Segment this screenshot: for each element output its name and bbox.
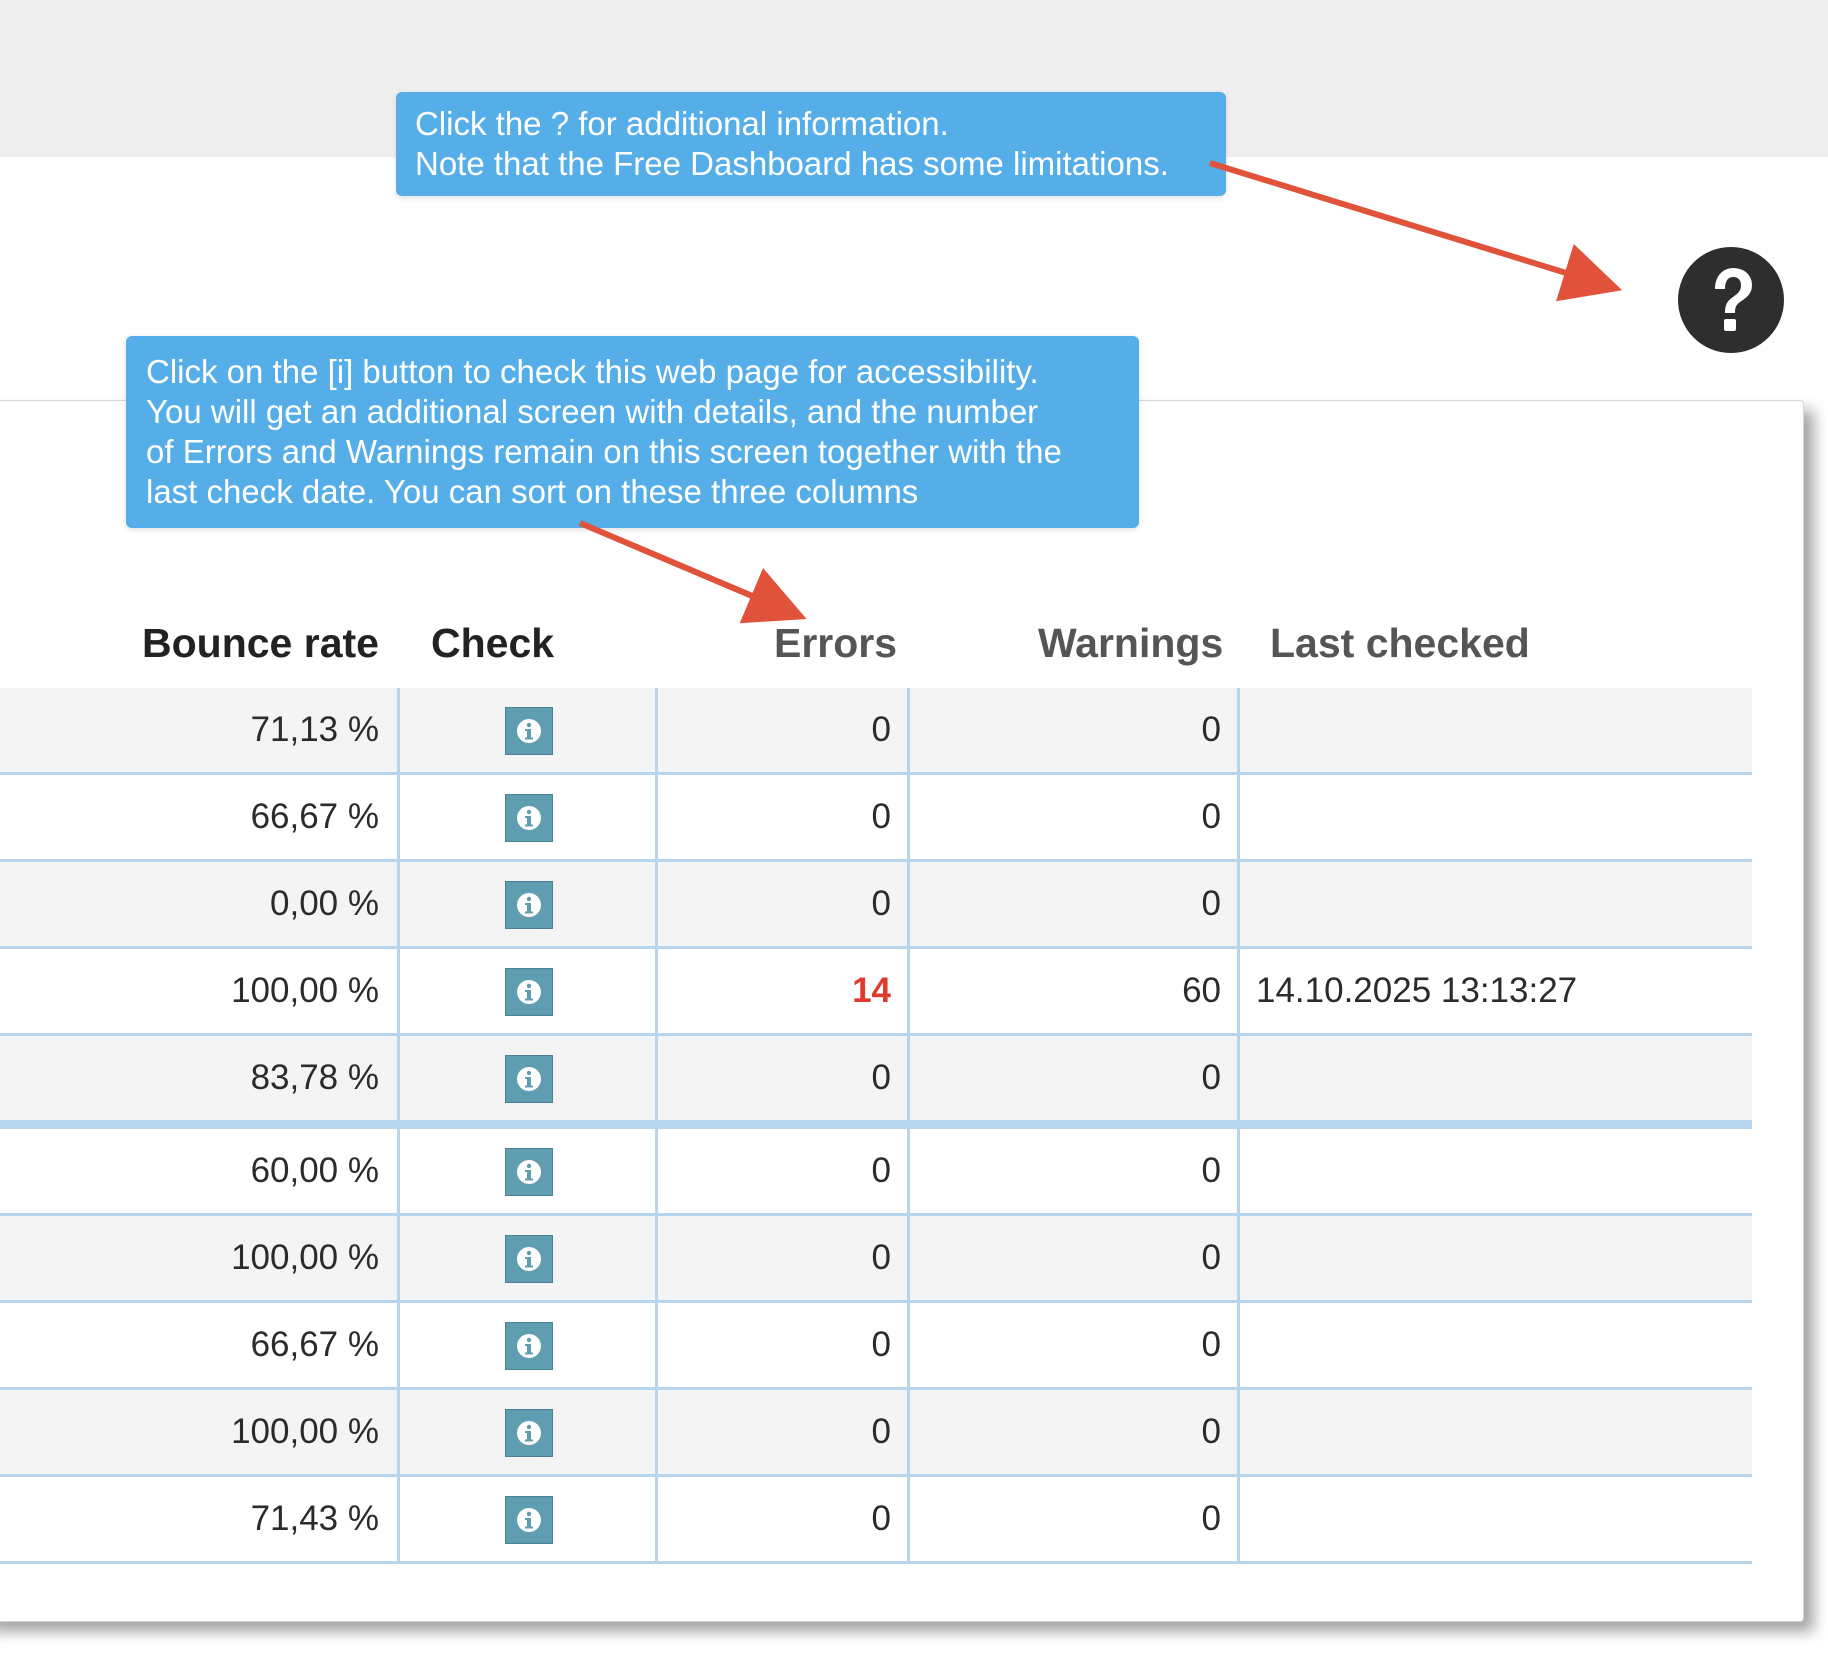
check-cell [400,1303,658,1387]
bounce-rate-cell: 71,13 % [0,688,400,772]
info-check-button[interactable] [505,1496,553,1544]
table-row: 60,00 % 0 0 [0,1123,1752,1216]
info-icon [517,806,541,830]
help-tooltip: Click the ? for additional information. … [396,92,1226,196]
last-checked-cell [1240,1129,1752,1213]
table-row: 0,00 % 0 0 [0,862,1752,949]
bounce-rate-cell: 0,00 % [0,862,400,946]
check-tooltip-line: last check date. You can sort on these t… [146,473,919,510]
info-check-button[interactable] [505,707,553,755]
check-tooltip-line: of Errors and Warnings remain on this sc… [146,433,1062,470]
warnings-cell: 0 [910,1216,1240,1300]
errors-cell: 0 [655,1129,910,1213]
header-errors-sort[interactable]: Errors [774,620,897,667]
errors-cell: 0 [655,775,910,859]
check-cell [400,1477,658,1561]
help-button[interactable] [1678,247,1784,353]
last-checked-cell [1240,1216,1752,1300]
table-row: 66,67 % 0 0 [0,775,1752,862]
warnings-cell: 0 [910,1390,1240,1474]
header-check: Check [431,620,555,666]
bounce-rate-cell: 66,67 % [0,1303,400,1387]
table-row: 100,00 % 0 0 [0,1390,1752,1477]
check-cell [400,1036,658,1120]
table-row: 100,00 % 14 60 14.10.2025 13:13:27 [0,949,1752,1036]
check-tooltip-line: Click on the [i] button to check this we… [146,353,1039,390]
errors-cell: 0 [655,1303,910,1387]
table-row: 71,13 % 0 0 [0,688,1752,775]
info-icon [517,1247,541,1271]
bounce-rate-cell: 60,00 % [0,1129,400,1213]
last-checked-cell [1240,862,1752,946]
warnings-cell: 0 [910,1477,1240,1561]
check-cell [400,1390,658,1474]
info-check-button[interactable] [505,1055,553,1103]
last-checked-cell: 14.10.2025 13:13:27 [1256,971,1578,1010]
last-checked-cell [1240,688,1752,772]
header-warnings-sort[interactable]: Warnings [1038,620,1223,667]
errors-cell: 0 [655,1477,910,1561]
bounce-rate-cell: 66,67 % [0,775,400,859]
question-mark-icon [1715,268,1752,331]
info-check-button[interactable] [505,968,553,1016]
info-check-button[interactable] [505,794,553,842]
check-tooltip: Click on the [i] button to check this we… [126,336,1139,528]
errors-cell: 0 [655,688,910,772]
table-row: 100,00 % 0 0 [0,1216,1752,1303]
info-icon [517,1508,541,1532]
info-check-button[interactable] [505,881,553,929]
check-tooltip-line: You will get an additional screen with d… [146,393,1039,430]
warnings-cell: 0 [910,1036,1240,1120]
info-check-button[interactable] [505,1322,553,1370]
warnings-cell: 0 [910,688,1240,772]
check-cell [400,688,658,772]
warnings-cell: 0 [910,1129,1240,1213]
info-icon [517,1334,541,1358]
errors-cell: 0 [655,1036,910,1120]
table-row: 71,43 % 0 0 [0,1477,1752,1564]
warnings-cell: 0 [910,775,1240,859]
info-icon [517,719,541,743]
bounce-rate-cell: 100,00 % [0,1216,400,1300]
bounce-rate-cell: 100,00 % [0,1390,400,1474]
check-cell [400,862,658,946]
help-tooltip-line: Click the ? for additional information. [415,105,949,142]
errors-cell: 0 [655,1216,910,1300]
warnings-cell: 0 [910,1303,1240,1387]
check-cell [400,775,658,859]
errors-cell: 0 [655,862,910,946]
table-row: 66,67 % 0 0 [0,1303,1752,1390]
info-check-button[interactable] [505,1235,553,1283]
info-icon [517,1160,541,1184]
help-tooltip-line: Note that the Free Dashboard has some li… [415,145,1169,182]
last-checked-cell [1240,1390,1752,1474]
info-icon [517,893,541,917]
info-check-button[interactable] [505,1148,553,1196]
header-bounce-rate: Bounce rate [142,620,379,666]
info-icon [517,1421,541,1445]
warnings-cell: 0 [910,862,1240,946]
last-checked-cell [1240,1303,1752,1387]
bounce-rate-cell: 71,43 % [0,1477,400,1561]
bounce-rate-cell: 100,00 % [0,949,400,1033]
info-check-button[interactable] [505,1409,553,1457]
help-arrow [1209,160,1623,302]
warnings-cell: 60 [910,949,1240,1033]
errors-cell: 14 [655,949,910,1033]
results-table: 71,13 % 0 0 66,67 % 0 0 0,00 % 0 0 100,0… [0,688,1752,1564]
info-icon [517,1067,541,1091]
check-cell [400,1216,658,1300]
info-icon [517,980,541,1004]
last-checked-cell [1240,775,1752,859]
errors-cell: 0 [655,1390,910,1474]
last-checked-cell [1240,1036,1752,1120]
check-cell [400,1129,658,1213]
bounce-rate-cell: 83,78 % [0,1036,400,1120]
last-checked-cell [1240,1477,1752,1561]
check-cell [400,949,658,1033]
table-row: 83,78 % 0 0 [0,1036,1752,1123]
header-last-checked-sort[interactable]: Last checked [1270,620,1530,667]
